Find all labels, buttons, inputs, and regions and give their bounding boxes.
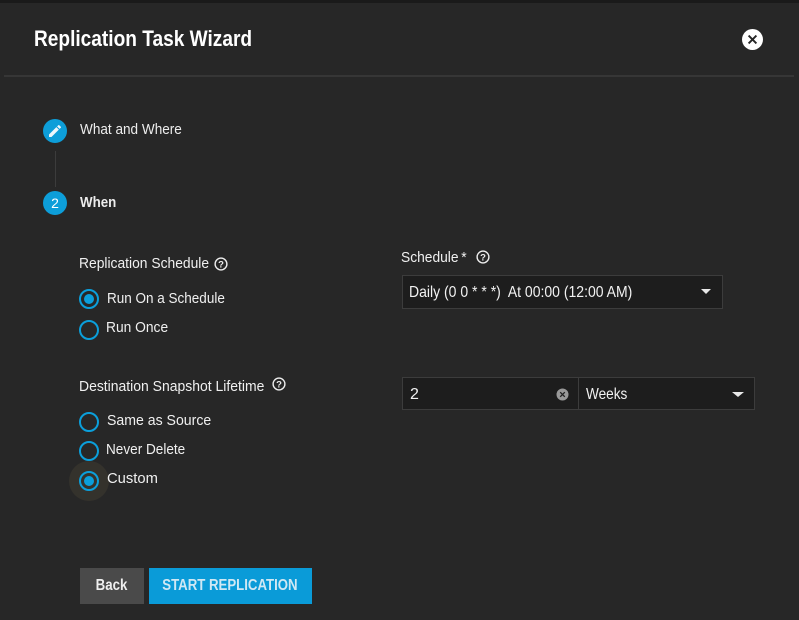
svg-text:?: ? bbox=[276, 379, 282, 390]
svg-text:?: ? bbox=[218, 259, 224, 270]
svg-text:?: ? bbox=[480, 253, 486, 264]
